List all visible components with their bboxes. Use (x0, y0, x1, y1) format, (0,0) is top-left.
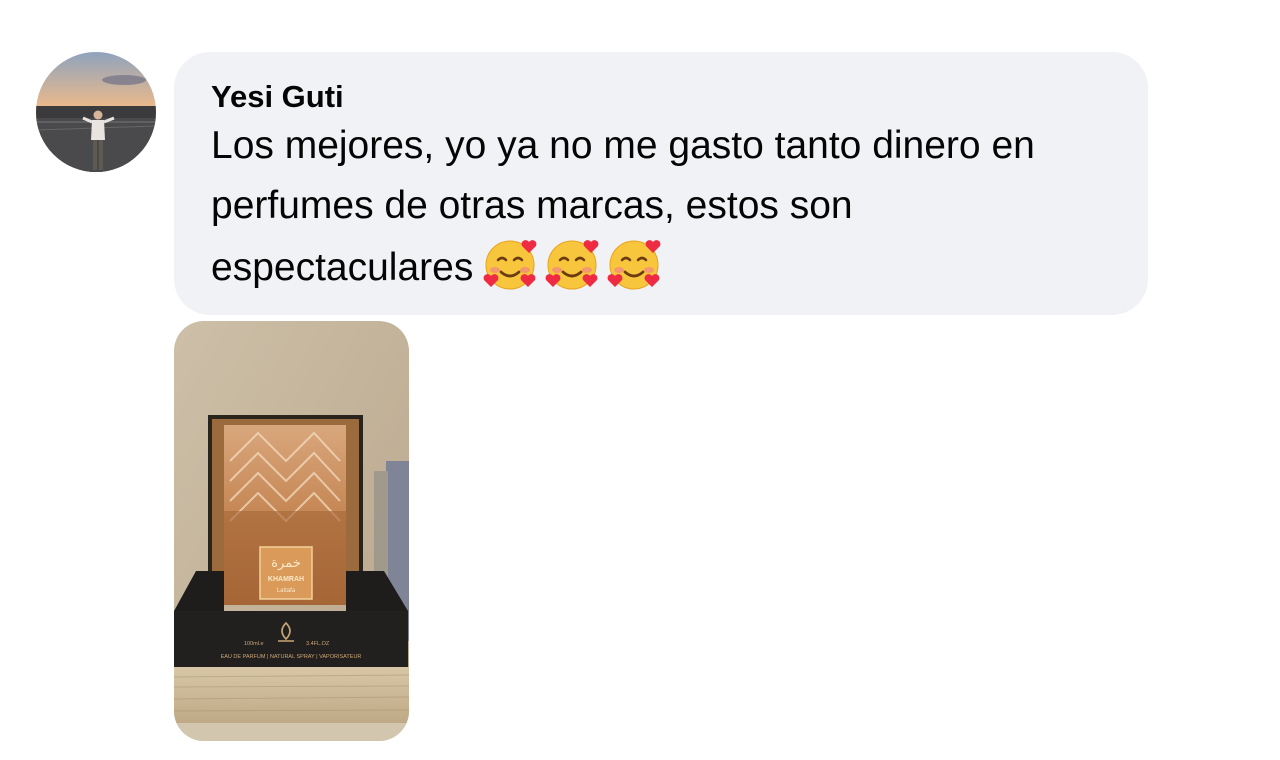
comment-attachment-photo[interactable]: خمرة KHAMRAH Lattafa 100ml.e 3.4FL.OZ EA… (174, 321, 409, 741)
comment-bubble: Yesi Guti Los mejores, yo ya no me gasto… (174, 52, 1148, 315)
smiling-face-with-hearts-icon (483, 240, 537, 290)
commenter-avatar[interactable] (36, 52, 156, 172)
box-volume: 100ml.e (244, 641, 264, 647)
box-volume-oz: 3.4FL.OZ (306, 641, 330, 647)
comment-text: Los mejores, yo ya no me gasto tanto din… (211, 116, 1112, 298)
label-brand: Lattafa (277, 588, 296, 594)
comment-author-name[interactable]: Yesi Guti (211, 78, 344, 116)
label-arabic: خمرة (271, 556, 301, 571)
avatar-photo (36, 52, 156, 172)
smiling-face-with-hearts-icon (545, 240, 599, 290)
label-product-name: KHAMRAH (268, 576, 304, 583)
emoji-group (473, 240, 665, 290)
box-caption: EAU DE PARFUM | NATURAL SPRAY | VAPORISA… (221, 654, 362, 660)
smiling-face-with-hearts-icon (607, 240, 661, 290)
perfume-photo: خمرة KHAMRAH Lattafa 100ml.e 3.4FL.OZ EA… (174, 321, 409, 741)
